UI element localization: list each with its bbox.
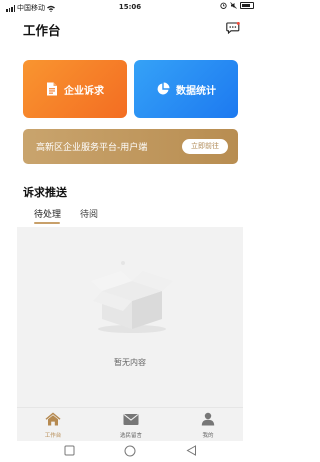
empty-text: 暂无内容 <box>114 358 146 367</box>
content-area: 暂无内容 <box>17 227 243 407</box>
go-now-button[interactable]: 立即前往 <box>182 139 228 154</box>
home-circle-icon[interactable] <box>124 445 136 457</box>
person-icon <box>201 412 215 426</box>
header: 工作台 <box>0 14 260 44</box>
mute-icon <box>230 2 237 9</box>
tabbar-label-messages: 选民留言 <box>119 433 142 439</box>
home-icon <box>45 412 61 426</box>
tabbar-item-workbench[interactable]: 工作台 <box>28 411 78 439</box>
pie-chart-icon <box>157 82 170 95</box>
active-tab-indicator <box>34 222 60 224</box>
platform-banner[interactable]: 高新区企业服务平台-用户端 立即前往 <box>23 129 238 164</box>
banner-text: 高新区企业服务平台-用户端 <box>36 143 148 153</box>
tab-pending[interactable]: 待处理 <box>34 207 61 220</box>
enterprise-appeal-label: 企业诉求 <box>64 85 104 97</box>
system-nav-bar <box>0 441 260 462</box>
recent-apps-icon[interactable] <box>64 445 75 456</box>
data-statistics-card[interactable]: 数据统计 <box>134 60 238 118</box>
letter-icon <box>123 414 139 425</box>
message-icon[interactable] <box>226 22 240 34</box>
tabbar-item-profile[interactable]: 我的 <box>183 411 233 439</box>
tabbar-label-profile: 我的 <box>202 433 214 439</box>
bottom-tab-bar: 工作台 选民留言 我的 <box>17 407 243 441</box>
battery-icon <box>240 2 254 9</box>
data-statistics-label: 数据统计 <box>176 85 216 97</box>
tabbar-item-messages[interactable]: 选民留言 <box>106 411 156 439</box>
back-icon[interactable] <box>186 445 197 456</box>
tabbar-label-workbench: 工作台 <box>44 433 62 439</box>
document-icon <box>47 82 57 96</box>
page-title: 工作台 <box>23 23 61 38</box>
alarm-icon <box>220 2 227 9</box>
status-right <box>220 2 254 9</box>
status-bar: 中国移动 15:06 <box>0 0 260 14</box>
enterprise-appeal-card[interactable]: 企业诉求 <box>23 60 127 118</box>
tab-to-read[interactable]: 待阅 <box>80 207 98 220</box>
empty-box-icon <box>91 261 173 333</box>
section-title: 诉求推送 <box>23 186 67 199</box>
